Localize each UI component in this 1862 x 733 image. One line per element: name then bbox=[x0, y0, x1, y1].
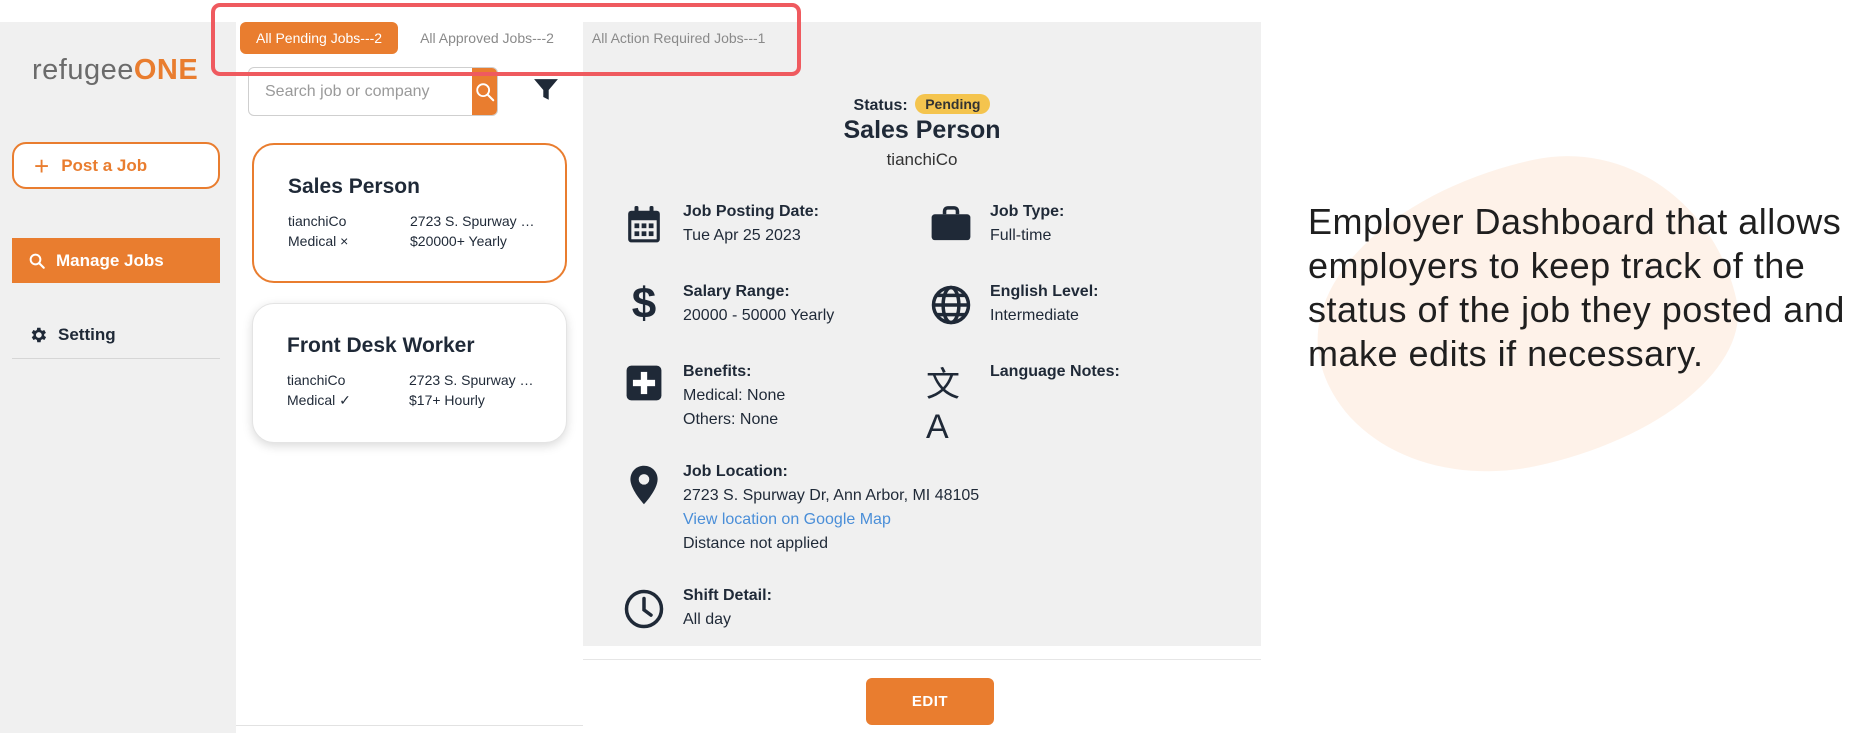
field-label: Benefits: bbox=[683, 363, 752, 380]
status-label: Status: bbox=[853, 97, 908, 114]
distance-text: Distance not applied bbox=[683, 535, 828, 552]
job-card-medical: Medical × bbox=[288, 233, 349, 249]
job-card-medical: Medical ✓ bbox=[287, 392, 351, 408]
field-label: Job Posting Date: bbox=[683, 203, 820, 220]
field-value: Intermediate bbox=[990, 307, 1079, 324]
post-job-button[interactable]: + Post a Job bbox=[12, 142, 220, 189]
divider bbox=[236, 725, 583, 726]
sidebar-item-setting[interactable]: Setting bbox=[12, 311, 220, 359]
job-card-pay: $20000+ Yearly bbox=[410, 233, 507, 249]
location-pin-icon bbox=[630, 465, 658, 505]
map-link[interactable]: View location on Google Map bbox=[683, 508, 979, 532]
globe-icon bbox=[931, 285, 971, 325]
field-value: Tue Apr 25 2023 bbox=[683, 227, 801, 244]
benefits-others: Others: None bbox=[683, 411, 779, 428]
job-card-title: Sales Person bbox=[288, 175, 420, 198]
sidebar: refugeeONE + Post a Job Manage Jobs Sett… bbox=[0, 22, 236, 733]
clock-icon bbox=[624, 589, 664, 629]
medical-cross-icon bbox=[626, 365, 662, 401]
language-notes-field: 文A Language Notes: bbox=[926, 360, 1120, 448]
field-label: Shift Detail: bbox=[683, 587, 772, 604]
status-line: Status: Pending bbox=[583, 94, 1261, 115]
calendar-icon bbox=[628, 206, 660, 243]
field-value: Full-time bbox=[990, 227, 1052, 244]
sidebar-item-label: Setting bbox=[58, 324, 116, 344]
translate-icon: 文A bbox=[926, 366, 960, 446]
job-card-pay: $17+ Hourly bbox=[409, 392, 485, 408]
field-label: Salary Range: bbox=[683, 283, 790, 300]
benefits-field: Benefits: Medical: None Others: None bbox=[619, 360, 785, 432]
dollar-icon: $ bbox=[631, 279, 657, 328]
location-field: Job Location: 2723 S. Spurway Dr, Ann Ar… bbox=[619, 460, 979, 556]
shift-field: Shift Detail: All day bbox=[619, 584, 772, 632]
divider bbox=[583, 659, 1261, 660]
highlight-box bbox=[211, 3, 801, 76]
job-detail-panel: Status: Pending Sales Person tianchiCo J… bbox=[583, 22, 1261, 646]
posting-date-field: Job Posting Date: Tue Apr 25 2023 bbox=[619, 200, 819, 248]
field-label: Language Notes: bbox=[990, 363, 1120, 380]
status-badge: Pending bbox=[915, 94, 991, 114]
gear-icon bbox=[31, 327, 47, 342]
plus-icon: + bbox=[34, 150, 50, 181]
screen: refugeeONE + Post a Job Manage Jobs Sett… bbox=[0, 0, 1862, 733]
job-card-title: Front Desk Worker bbox=[287, 334, 475, 357]
field-label: English Level: bbox=[990, 283, 1099, 300]
field-value: All day bbox=[683, 611, 732, 628]
job-card-address: 2723 S. Spurway Dr, Ann Arbor, MI 48105 bbox=[410, 213, 535, 229]
filter-icon bbox=[534, 79, 558, 100]
job-type-field: Job Type: Full-time bbox=[926, 200, 1064, 248]
filter-button[interactable] bbox=[533, 77, 559, 108]
post-job-label: Post a Job bbox=[61, 155, 148, 175]
job-card[interactable]: Sales Person tianchiCo 2723 S. Spurway D… bbox=[252, 143, 567, 283]
salary-field: $ Salary Range: 20000 - 50000 Yearly bbox=[619, 279, 835, 328]
job-card[interactable]: Front Desk Worker tianchiCo 2723 S. Spur… bbox=[252, 303, 567, 443]
job-card-company: tianchiCo bbox=[288, 213, 347, 229]
field-value: 20000 - 50000 Yearly bbox=[683, 307, 835, 324]
caption-text: Employer Dashboard that allows employers… bbox=[1308, 201, 1845, 374]
job-title: Sales Person bbox=[843, 116, 1001, 144]
english-level-field: English Level: Intermediate bbox=[926, 280, 1098, 328]
logo: refugeeONE bbox=[32, 54, 199, 86]
benefits-medical: Medical: None bbox=[683, 387, 786, 404]
search-icon bbox=[29, 253, 45, 269]
location-address: 2723 S. Spurway Dr, Ann Arbor, MI 48105 bbox=[683, 487, 980, 504]
company-name: tianchiCo bbox=[886, 150, 958, 169]
sidebar-item-label: Manage Jobs bbox=[56, 250, 164, 270]
field-label: Job Location: bbox=[683, 463, 788, 480]
edit-button[interactable]: EDIT bbox=[866, 678, 994, 725]
sidebar-item-manage-jobs[interactable]: Manage Jobs bbox=[12, 238, 220, 283]
search-icon bbox=[475, 82, 494, 101]
field-label: Job Type: bbox=[990, 203, 1065, 220]
job-card-address: 2723 S. Spurway Dr, Ann Arbor, MI 48105 bbox=[409, 372, 534, 388]
job-card-company: tianchiCo bbox=[287, 372, 346, 388]
briefcase-icon bbox=[931, 206, 971, 241]
